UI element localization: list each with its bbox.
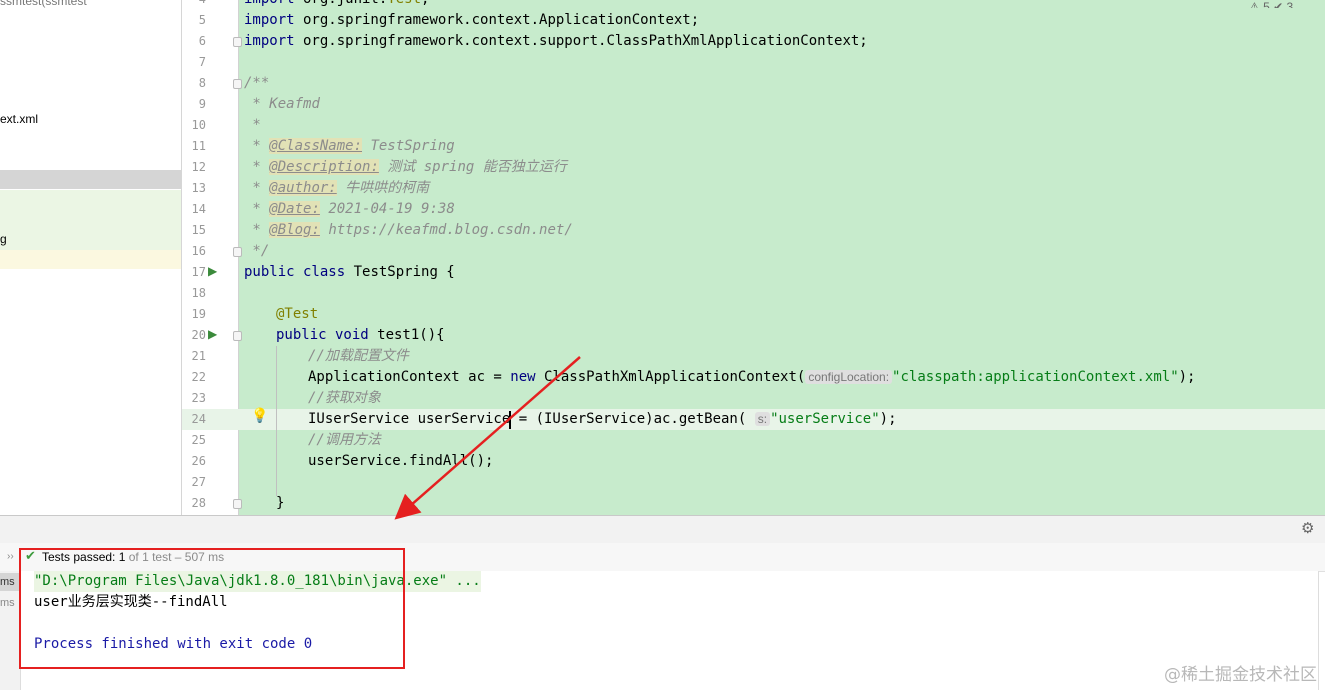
expand-icon[interactable]: ›› <box>7 551 14 562</box>
code-line-9[interactable]: * Keafmd <box>244 94 319 115</box>
code-line-19[interactable]: @Test <box>276 304 318 325</box>
tree-item-module[interactable]: ssmtest(ssmtest <box>0 0 181 11</box>
project-tree[interactable]: ssmtest(ssmtest ext.xml g <box>0 0 182 515</box>
typo-count: 3 <box>1286 0 1294 8</box>
code-line-4[interactable]: import org.junit.Test; <box>244 0 429 10</box>
param-hint: configLocation: <box>805 370 893 384</box>
code-line-14[interactable]: * @Date: 2021-04-19 9:38 <box>244 199 455 220</box>
watermark: @稀土掘金技术社区 <box>1164 665 1317 685</box>
code-line-10[interactable]: * <box>244 115 260 136</box>
code-line-26[interactable]: userService.findAll(); <box>308 451 493 472</box>
line-number: 5 <box>198 13 206 27</box>
test-tree-strip[interactable]: ms ms <box>0 571 21 690</box>
run-class-icon[interactable]: ▶ <box>208 265 220 277</box>
line-number: 27 <box>191 475 206 489</box>
tree-item-xml[interactable]: ext.xml <box>0 110 181 129</box>
gear-icon[interactable]: ⚙ <box>1301 520 1317 536</box>
code-line-13[interactable]: * @author: 牛哄哄的柯南 <box>244 178 429 199</box>
line-number: 28 <box>191 496 206 510</box>
typo-icon: ✔ <box>1273 0 1284 8</box>
line-number: 21 <box>191 349 206 363</box>
code-editor[interactable] <box>238 0 1325 515</box>
code-line-5[interactable]: import org.springframework.context.Appli… <box>244 10 699 31</box>
line-number: 20 <box>191 328 206 342</box>
code-line-23[interactable]: //获取对象 <box>308 388 381 409</box>
line-number: 13 <box>191 181 206 195</box>
line-number: 23 <box>191 391 206 405</box>
fold-marker[interactable] <box>233 331 242 341</box>
line-number: 15 <box>191 223 206 237</box>
text-caret <box>509 411 511 429</box>
annotation-box <box>19 548 405 669</box>
line-number: 17 <box>191 265 206 279</box>
run-test-icon[interactable]: ▶ <box>208 328 220 340</box>
line-number: 7 <box>198 55 206 69</box>
line-number: 26 <box>191 454 206 468</box>
line-number: 4 <box>182 0 206 10</box>
fold-marker[interactable] <box>233 499 242 509</box>
lightbulb-icon[interactable]: 💡 <box>251 408 268 424</box>
tree-item-highlighted[interactable] <box>0 250 181 269</box>
code-line-24[interactable]: IUserService userService = (IUserService… <box>308 409 897 430</box>
warning-icon: ⚠ <box>1249 0 1260 8</box>
code-line-8[interactable]: /** <box>244 73 269 94</box>
line-number: 11 <box>191 139 206 153</box>
param-hint: s: <box>754 412 771 426</box>
line-number: 24 <box>191 412 206 426</box>
line-number: 14 <box>191 202 206 216</box>
line-number: 16 <box>191 244 206 258</box>
tree-item-g[interactable]: g <box>0 230 181 249</box>
run-panel-toolbar <box>0 515 1325 544</box>
code-line-6[interactable]: import org.springframework.context.suppo… <box>244 31 868 52</box>
test-duration[interactable]: ms <box>0 573 20 591</box>
code-line-16[interactable]: */ <box>244 241 269 262</box>
line-number: 25 <box>191 433 206 447</box>
line-number: 12 <box>191 160 206 174</box>
code-line-25[interactable]: //调用方法 <box>308 430 381 451</box>
fold-marker[interactable] <box>233 247 242 257</box>
code-line-22[interactable]: ApplicationContext ac = new ClassPathXml… <box>308 367 1195 388</box>
code-line-28[interactable]: } <box>276 493 284 514</box>
fold-marker[interactable] <box>233 37 242 47</box>
fold-marker[interactable] <box>233 79 242 89</box>
line-number: 6 <box>198 34 206 48</box>
line-number: 18 <box>191 286 206 300</box>
code-line-12[interactable]: * @Description: 测试 spring 能否独立运行 <box>244 157 567 178</box>
tree-item-selected[interactable] <box>0 170 181 189</box>
tree-item-partial[interactable] <box>0 130 181 140</box>
code-line-17[interactable]: public class TestSpring { <box>244 262 455 283</box>
line-number: 22 <box>191 370 206 384</box>
indent-guide <box>276 346 277 496</box>
line-number: 10 <box>191 118 206 132</box>
line-number: 9 <box>198 97 206 111</box>
warning-count: 5 <box>1263 0 1270 8</box>
code-line-20[interactable]: public void test1(){ <box>276 325 445 346</box>
code-line-11[interactable]: * @ClassName: TestSpring <box>244 136 455 157</box>
line-number: 19 <box>191 307 206 321</box>
code-line-15[interactable]: * @Blog: https://keafmd.blog.csdn.net/ <box>244 220 573 241</box>
line-number: 8 <box>198 76 206 90</box>
inspection-widget[interactable]: ⚠ 5 ✔ 3 <box>1249 0 1293 8</box>
test-duration[interactable]: ms <box>0 594 20 612</box>
code-line-21[interactable]: //加载配置文件 <box>308 346 409 367</box>
